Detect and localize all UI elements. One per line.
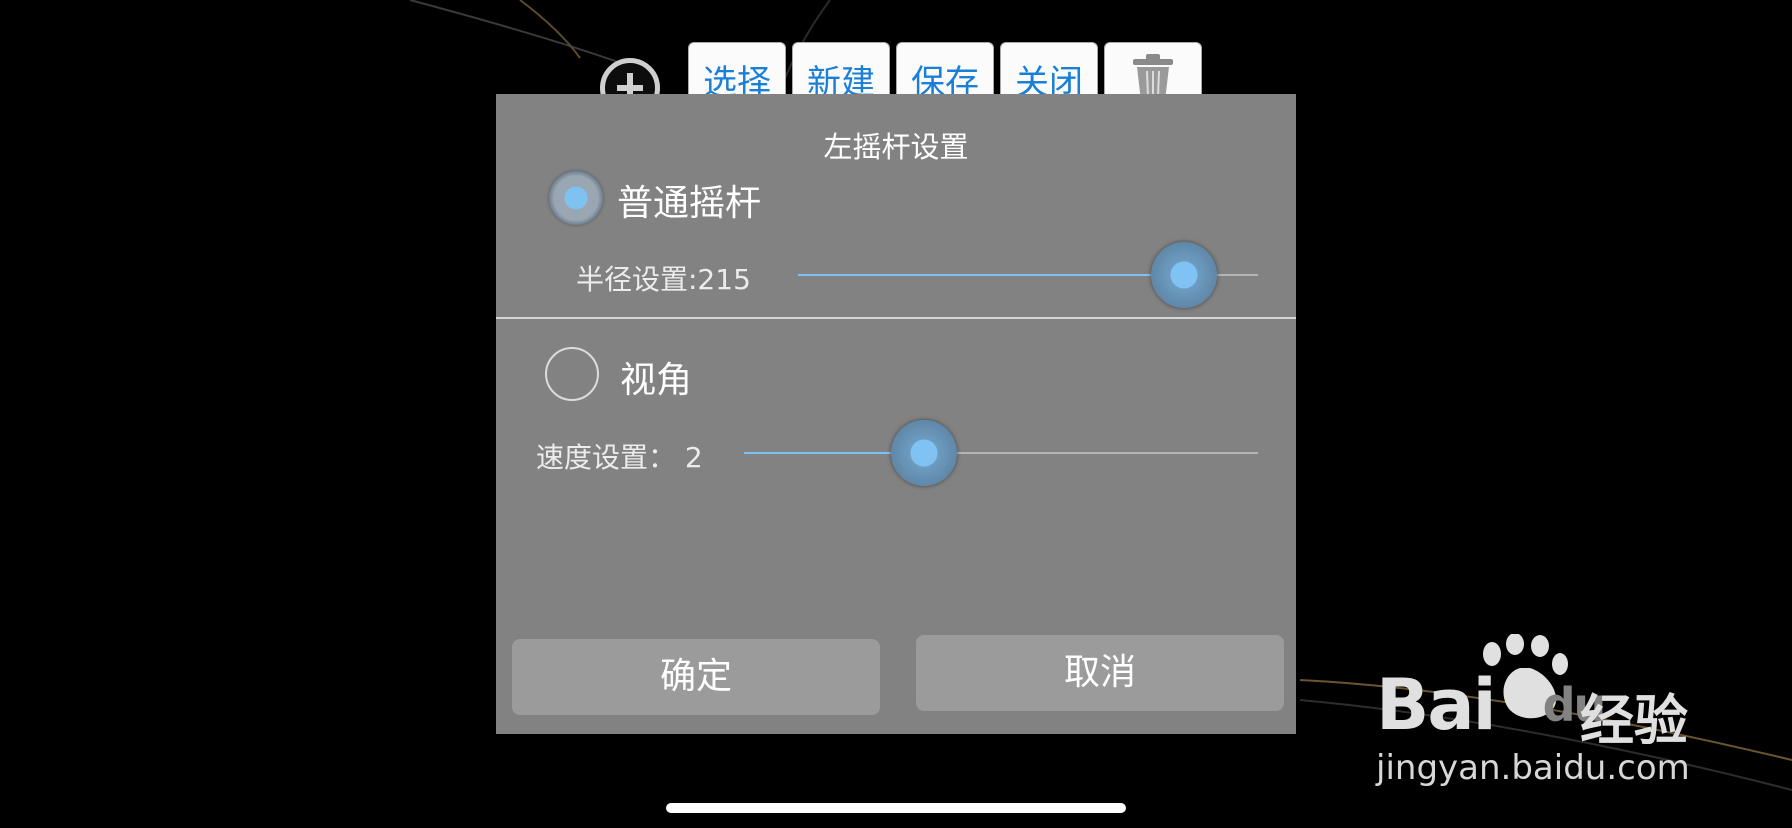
speed-slider-thumb[interactable] xyxy=(890,420,957,486)
cancel-button[interactable]: 取消 xyxy=(916,635,1284,711)
speed-slider-track[interactable] xyxy=(744,452,1258,454)
radio-normal-joystick[interactable] xyxy=(549,171,603,225)
home-indicator[interactable] xyxy=(666,803,1126,813)
watermark-brand-bai: Bai xyxy=(1376,664,1497,746)
confirm-button[interactable]: 确定 xyxy=(512,639,880,715)
watermark-url: jingyan.baidu.com xyxy=(1376,748,1690,788)
watermark-brand: Bai du xyxy=(1376,664,1606,746)
joystick-settings-dialog: 左摇杆设置 普通摇杆 半径设置:215 视角 速度设置： 2 确定 取消 xyxy=(496,94,1296,734)
radius-setting-label: 半径设置:215 xyxy=(576,263,751,296)
watermark-cn: 经验 xyxy=(1580,689,1688,752)
radio-view-angle[interactable] xyxy=(545,347,599,401)
radius-slider-fill xyxy=(798,274,1185,276)
radius-slider-thumb[interactable] xyxy=(1151,242,1218,308)
speed-setting-label: 速度设置： 2 xyxy=(536,441,703,474)
section-divider xyxy=(496,317,1296,319)
radio-label-view-angle: 视角 xyxy=(620,360,693,401)
dialog-title: 左摇杆设置 xyxy=(823,130,969,164)
radio-label-normal-joystick: 普通摇杆 xyxy=(617,183,762,224)
